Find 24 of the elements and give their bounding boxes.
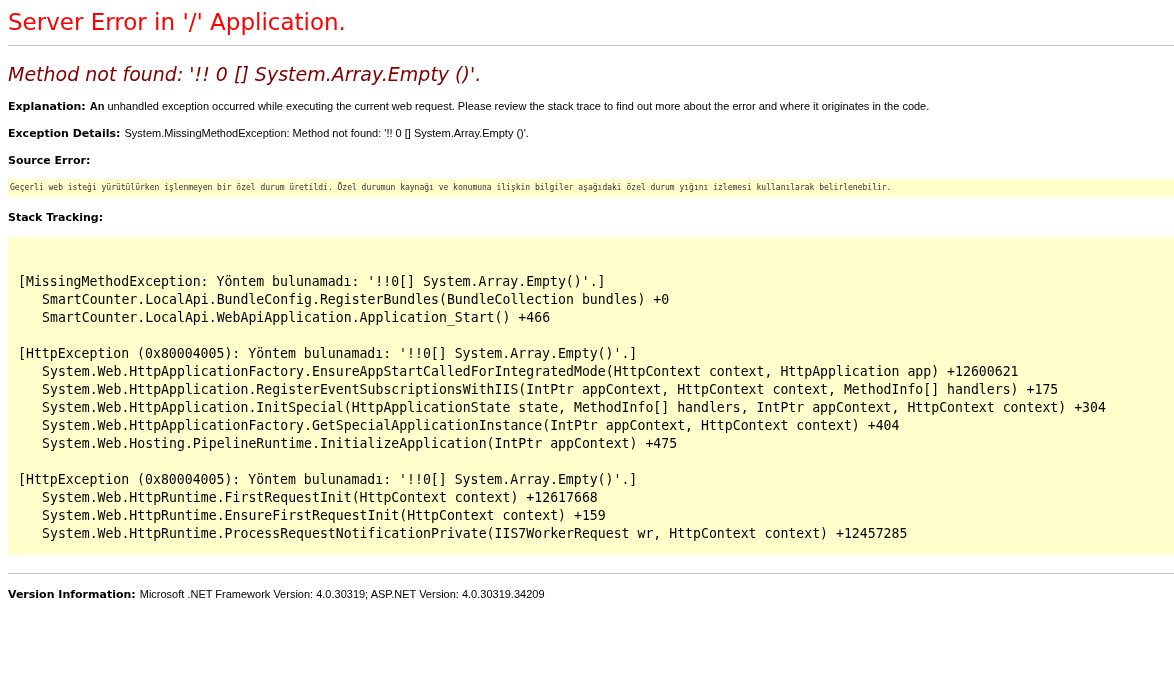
stack-frame-line: System.Web.HttpRuntime.ProcessRequestNotificationPrivate(IIS7WorkerRequest wr, HttpContext context) +12457285 <box>41 525 908 543</box>
exception-details-label: Exception Details: <box>8 127 121 140</box>
exception-line: [HttpException (0x80004005): Yöntem bulunamadı: '!!0[] System.Array.Empty()'.] <box>18 345 638 363</box>
stack-frame-line: System.Web.HttpApplicationFactory.EnsureAppStartCalledForIntegratedMode(HttpContext context, HttpApplication app) +12600621 <box>41 363 1019 381</box>
stack-frame-line: System.Web.HttpApplication.RegisterEventSubscriptionsWithIIS(IntPtr appContext, HttpContext context, MethodInfo[] handlers) +175 <box>41 381 1059 399</box>
stack-frame-line: SmartCounter.LocalApi.WebApiApplication.Application_Start() +466 <box>41 309 551 327</box>
exception-line: [HttpException (0x80004005): Yöntem bulunamadı: '!!0[] System.Array.Empty()'.] <box>18 471 638 489</box>
page-title: Server Error in '/' Application. <box>8 8 346 36</box>
source-error-text: Geçerli web isteği yürütülürken işlenmeyen bir özel durum üretildi. Özel durumun kaynağı ve konumuna ilişkin bilgiler aşağıdaki özel durum yığını izlemesi kullanılarak belirlenebilir. <box>8 179 1174 197</box>
stack-frame-line: System.Web.HttpRuntime.EnsureFirstRequestInit(HttpContext context) +159 <box>41 507 606 525</box>
exception-line: [MissingMethodException: Yöntem bulunamadı: '!!0[] System.Array.Empty()'.] <box>18 273 606 291</box>
version-information-text: Microsoft .NET Framework Version: 4.0.30319; ASP.NET Version: 4.0.30319.34209 <box>139 588 545 601</box>
stack-frame-line: System.Web.HttpApplication.InitSpecial(HttpApplicationState state, MethodInfo[] handlers, IntPtr appContext, HttpContext context) +304 <box>41 399 1106 417</box>
stack-frame-line: System.Web.Hosting.PipelineRuntime.InitializeApplication(IntPtr appContext) +475 <box>41 435 678 453</box>
source-error-label: Source Error: <box>8 154 91 167</box>
explanation-text: An unhandled exception occurred while executing the current web request. Please review the stack trace to find out more about the error and where it originates in the code. <box>89 100 930 113</box>
explanation-label: Explanation: <box>8 100 86 113</box>
error-message: Method not found: '!! 0 [] System.Array.Empty ()'. <box>8 62 482 86</box>
stack-frame-line: System.Web.HttpApplicationFactory.GetSpecialApplicationInstance(IntPtr appContext, HttpContext context) +404 <box>41 417 900 435</box>
exception-details-text: System.MissingMethodException: Method not found: '!! 0 [] System.Array.Empty ()'. <box>124 127 529 140</box>
stack-tracking-label: Stack Tracking: <box>8 211 104 224</box>
stack-frame-line: System.Web.HttpRuntime.FirstRequestInit(HttpContext context) +12617668 <box>41 489 598 507</box>
version-information-label: Version Information: <box>8 588 136 601</box>
stack-frame-line: SmartCounter.LocalApi.BundleConfig.RegisterBundles(BundleCollection bundles) +0 <box>41 291 670 309</box>
